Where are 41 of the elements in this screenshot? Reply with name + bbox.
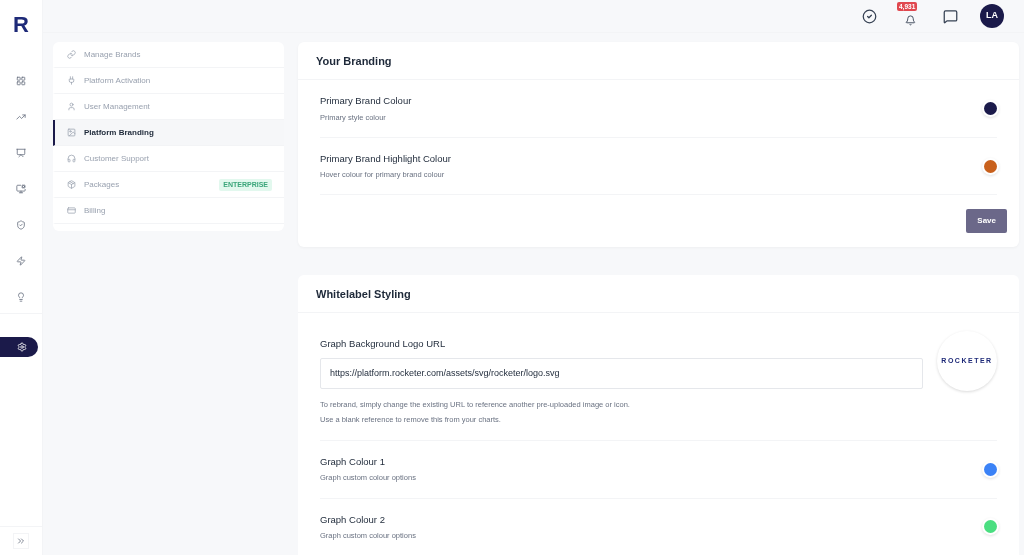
package-icon (67, 180, 76, 190)
board-icon[interactable] (16, 148, 26, 158)
double-chevron-icon (16, 536, 26, 546)
field-label: Graph Background Logo URL (320, 337, 447, 352)
chart-icon[interactable] (16, 112, 26, 122)
menu-item[interactable]: Billing (53, 198, 284, 225)
monitor-icon[interactable] (16, 184, 26, 194)
setting-label: Primary Brand Highlight Colour (320, 151, 451, 166)
link-icon (67, 50, 76, 60)
menu-item[interactable]: Manage Brands (53, 42, 284, 69)
user-icon (67, 102, 76, 112)
lightning-icon[interactable] (16, 256, 26, 266)
bell-icon[interactable] (904, 15, 916, 27)
menu-item[interactable]: Platform Branding (53, 120, 284, 147)
shield-icon[interactable] (16, 220, 26, 230)
menu-item[interactable]: Platform Activation (53, 68, 284, 95)
logo-url-field[interactable]: https://platform.rocketer.com/assets/svg/rocketer/logo.svg (320, 357, 923, 389)
headphones-icon (67, 154, 76, 164)
settings-icon (17, 342, 27, 352)
user-avatar[interactable]: LA (980, 4, 1004, 29)
lightbulb-icon[interactable] (16, 292, 26, 302)
card-icon (67, 206, 76, 216)
colour-swatch[interactable] (984, 159, 997, 173)
colour-swatch[interactable] (984, 520, 997, 534)
save-button[interactable]: Save (966, 209, 1007, 234)
chat-icon[interactable] (943, 8, 958, 24)
plug-icon (67, 76, 76, 86)
expand-button[interactable] (13, 533, 29, 549)
app-logo[interactable]: R (13, 8, 29, 41)
setting-label: Graph Colour 1 (320, 455, 386, 469)
grid-icon[interactable] (16, 76, 26, 86)
check-icon[interactable] (862, 8, 877, 24)
colour-swatch[interactable] (984, 102, 997, 115)
image-icon (67, 128, 76, 138)
menu-item[interactable]: Customer Support (53, 146, 284, 173)
card-title: Your Branding (316, 53, 392, 69)
nav-button[interactable] (0, 337, 38, 357)
card-title: Whitelabel Styling (316, 286, 411, 302)
colour-swatch[interactable] (984, 462, 997, 476)
setting-label: Primary Brand Colour (320, 94, 412, 109)
setting-label: Graph Colour 2 (320, 512, 386, 527)
